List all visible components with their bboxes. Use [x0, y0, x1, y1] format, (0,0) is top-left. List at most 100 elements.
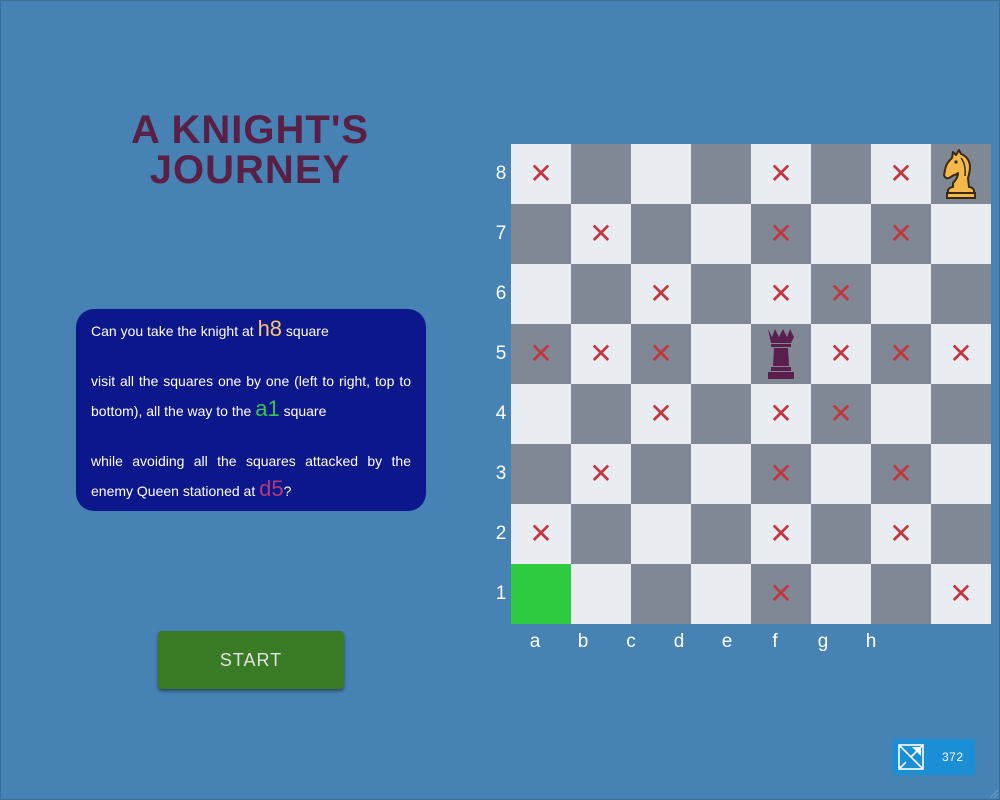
- instruction-text: Can you take the knight at: [91, 323, 258, 339]
- attacked-x-icon: ✕: [949, 337, 973, 370]
- attacked-x-icon: ✕: [769, 397, 793, 430]
- square-c2[interactable]: [631, 504, 691, 564]
- instruction-line-1: Can you take the knight at h8 square: [91, 315, 411, 345]
- square-d1[interactable]: [691, 564, 751, 624]
- square-d6[interactable]: [691, 264, 751, 324]
- knight-icon[interactable]: [939, 148, 983, 200]
- attacked-x-icon: ✕: [769, 517, 793, 550]
- rank-label: 1: [495, 583, 507, 604]
- start-button[interactable]: START: [158, 631, 344, 689]
- square-h5[interactable]: ✕: [931, 324, 991, 384]
- square-a6[interactable]: [511, 264, 571, 324]
- square-g1[interactable]: [871, 564, 931, 624]
- square-c6[interactable]: ✕: [631, 264, 691, 324]
- square-e6[interactable]: ✕: [751, 264, 811, 324]
- square-g7[interactable]: ✕: [871, 204, 931, 264]
- file-label: f: [772, 631, 778, 652]
- square-h8[interactable]: [931, 144, 991, 204]
- square-h2[interactable]: [931, 504, 991, 564]
- square-h6[interactable]: [931, 264, 991, 324]
- square-h7[interactable]: [931, 204, 991, 264]
- square-a7[interactable]: [511, 204, 571, 264]
- square-b7[interactable]: ✕: [571, 204, 631, 264]
- square-f6[interactable]: ✕: [811, 264, 871, 324]
- square-b8[interactable]: [571, 144, 631, 204]
- rank-label: 6: [495, 283, 507, 304]
- attacked-x-icon: ✕: [589, 217, 613, 250]
- square-f8[interactable]: [811, 144, 871, 204]
- square-f5[interactable]: ✕: [811, 324, 871, 384]
- square-b4[interactable]: [571, 384, 631, 444]
- attacked-x-icon: ✕: [889, 457, 913, 490]
- square-e3[interactable]: ✕: [751, 444, 811, 504]
- square-d4[interactable]: [691, 384, 751, 444]
- square-d3[interactable]: [691, 444, 751, 504]
- square-highlight-a1: a1: [255, 396, 280, 421]
- instruction-text: visit all the squares one by one (left t…: [91, 373, 411, 419]
- square-e2[interactable]: ✕: [751, 504, 811, 564]
- square-a1[interactable]: [511, 564, 571, 624]
- title-line-1: A KNIGHT'S: [130, 108, 370, 152]
- square-g2[interactable]: ✕: [871, 504, 931, 564]
- attacked-x-icon: ✕: [889, 337, 913, 370]
- square-f1[interactable]: [811, 564, 871, 624]
- square-d2[interactable]: [691, 504, 751, 564]
- attacked-x-icon: ✕: [889, 517, 913, 550]
- square-h3[interactable]: [931, 444, 991, 504]
- square-c3[interactable]: [631, 444, 691, 504]
- attacked-x-icon: ✕: [529, 337, 553, 370]
- square-a2[interactable]: ✕: [511, 504, 571, 564]
- resize-grip-icon: [989, 789, 998, 798]
- square-c1[interactable]: [631, 564, 691, 624]
- square-a5[interactable]: ✕: [511, 324, 571, 384]
- attacked-x-icon: ✕: [829, 397, 853, 430]
- square-f7[interactable]: [811, 204, 871, 264]
- square-h1[interactable]: ✕: [931, 564, 991, 624]
- rank-label: 7: [495, 223, 507, 244]
- square-g5[interactable]: ✕: [871, 324, 931, 384]
- square-b3[interactable]: ✕: [571, 444, 631, 504]
- square-e1[interactable]: ✕: [751, 564, 811, 624]
- file-label: c: [626, 631, 636, 652]
- attacked-x-icon: ✕: [769, 217, 793, 250]
- square-c7[interactable]: [631, 204, 691, 264]
- square-b2[interactable]: [571, 504, 631, 564]
- square-g4[interactable]: [871, 384, 931, 444]
- square-g3[interactable]: ✕: [871, 444, 931, 504]
- square-c4[interactable]: ✕: [631, 384, 691, 444]
- square-f3[interactable]: [811, 444, 871, 504]
- square-f2[interactable]: [811, 504, 871, 564]
- rank-labels: 8 7 6 5 4 3 2 1: [490, 144, 512, 624]
- score-badge[interactable]: 372: [893, 739, 975, 775]
- square-e7[interactable]: ✕: [751, 204, 811, 264]
- square-highlight-d5: d5: [259, 476, 284, 501]
- instructions-panel: Can you take the knight at h8 square vis…: [76, 309, 426, 511]
- square-c8[interactable]: [631, 144, 691, 204]
- rank-label: 2: [495, 523, 507, 544]
- square-e4[interactable]: ✕: [751, 384, 811, 444]
- square-a8[interactable]: ✕: [511, 144, 571, 204]
- square-g8[interactable]: ✕: [871, 144, 931, 204]
- square-b5[interactable]: ✕: [571, 324, 631, 384]
- square-d5[interactable]: [691, 324, 751, 384]
- square-d7[interactable]: [691, 204, 751, 264]
- square-c5[interactable]: ✕: [631, 324, 691, 384]
- square-f4[interactable]: ✕: [811, 384, 871, 444]
- square-h4[interactable]: [931, 384, 991, 444]
- attacked-x-icon: ✕: [529, 517, 553, 550]
- square-b1[interactable]: [571, 564, 631, 624]
- square-a3[interactable]: [511, 444, 571, 504]
- file-label: e: [721, 631, 733, 652]
- square-d8[interactable]: [691, 144, 751, 204]
- square-b6[interactable]: [571, 264, 631, 324]
- square-e5[interactable]: [751, 324, 811, 384]
- instruction-text: square: [279, 403, 327, 419]
- square-e8[interactable]: ✕: [751, 144, 811, 204]
- rank-label: 5: [495, 343, 507, 364]
- square-a4[interactable]: [511, 384, 571, 444]
- queen-icon: [765, 326, 797, 382]
- square-g6[interactable]: [871, 264, 931, 324]
- attacked-x-icon: ✕: [649, 337, 673, 370]
- rank-label: 3: [495, 463, 507, 484]
- chess-board: ✕ ✕ ✕ ✕ ✕ ✕ ✕ ✕ ✕ ✕ ✕ ✕ ✕ ✕ ✕ ✕ ✕ ✕ ✕ ✕ ✕ ✕ ✕ ✕ ✕ ✕: [511, 144, 991, 624]
